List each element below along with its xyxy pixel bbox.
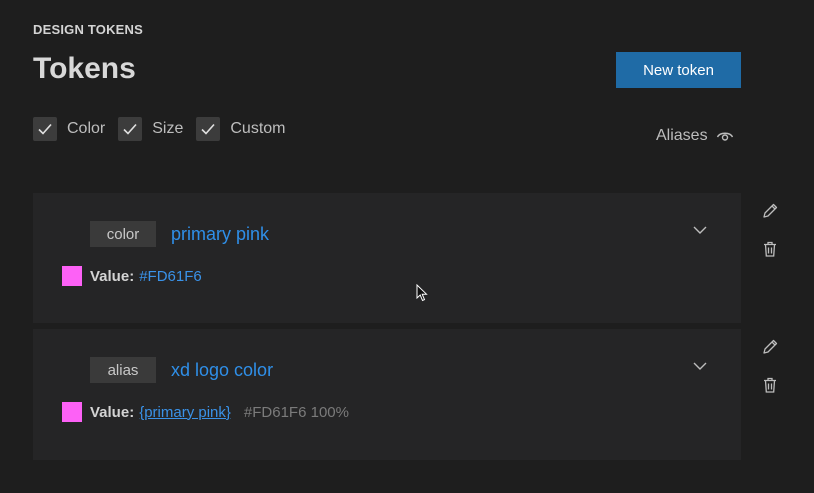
color-swatch	[62, 402, 82, 422]
checkbox-color[interactable]	[33, 117, 57, 141]
filter-color-label: Color	[67, 120, 106, 137]
trash-icon[interactable]	[761, 240, 779, 258]
check-icon	[38, 123, 52, 135]
token-name[interactable]: xd logo color	[171, 360, 273, 381]
token-card: alias xd logo color Value: {primary pink…	[33, 329, 741, 460]
filter-custom-label: Custom	[230, 120, 286, 137]
filter-color[interactable]: Color	[33, 117, 105, 141]
page-title: Tokens	[33, 52, 136, 85]
pencil-icon[interactable]	[761, 202, 779, 220]
filter-custom[interactable]: Custom	[196, 117, 285, 141]
token-value-row: Value: #FD61F6	[62, 266, 202, 286]
pencil-icon[interactable]	[761, 338, 779, 356]
token-type-badge: alias	[90, 357, 156, 383]
eye-icon	[716, 132, 733, 141]
mouse-cursor-icon	[416, 284, 428, 302]
eyebrow-title: DESIGN TOKENS	[33, 22, 143, 37]
color-swatch	[62, 266, 82, 286]
resolved-value: #FD61F6 100%	[243, 403, 349, 421]
alias-reference-link[interactable]: {primary pink}	[139, 404, 231, 421]
aliases-label: Aliases	[656, 127, 708, 144]
checkbox-size[interactable]	[118, 117, 143, 141]
token-value-row: Value: {primary pink} #FD61F6 100%	[62, 402, 349, 422]
value-label: Value:	[90, 403, 135, 421]
token-name[interactable]: primary pink	[171, 224, 269, 245]
aliases-toggle[interactable]: Aliases	[656, 127, 734, 145]
token-value: #FD61F6	[139, 267, 202, 285]
filter-size[interactable]: Size	[118, 117, 183, 141]
chevron-down-icon[interactable]	[693, 225, 707, 235]
token-type-badge: color	[90, 221, 156, 247]
trash-icon[interactable]	[761, 376, 779, 394]
check-icon	[201, 123, 215, 135]
new-token-button[interactable]: New token	[616, 52, 741, 88]
token-card: color primary pink Value: #FD61F6	[33, 193, 741, 323]
filter-size-label: Size	[152, 120, 184, 137]
checkbox-custom[interactable]	[196, 117, 221, 141]
filter-bar: Color Size Custom	[33, 117, 298, 141]
value-label: Value:	[90, 267, 135, 285]
chevron-down-icon[interactable]	[693, 361, 707, 371]
check-icon	[123, 123, 137, 135]
